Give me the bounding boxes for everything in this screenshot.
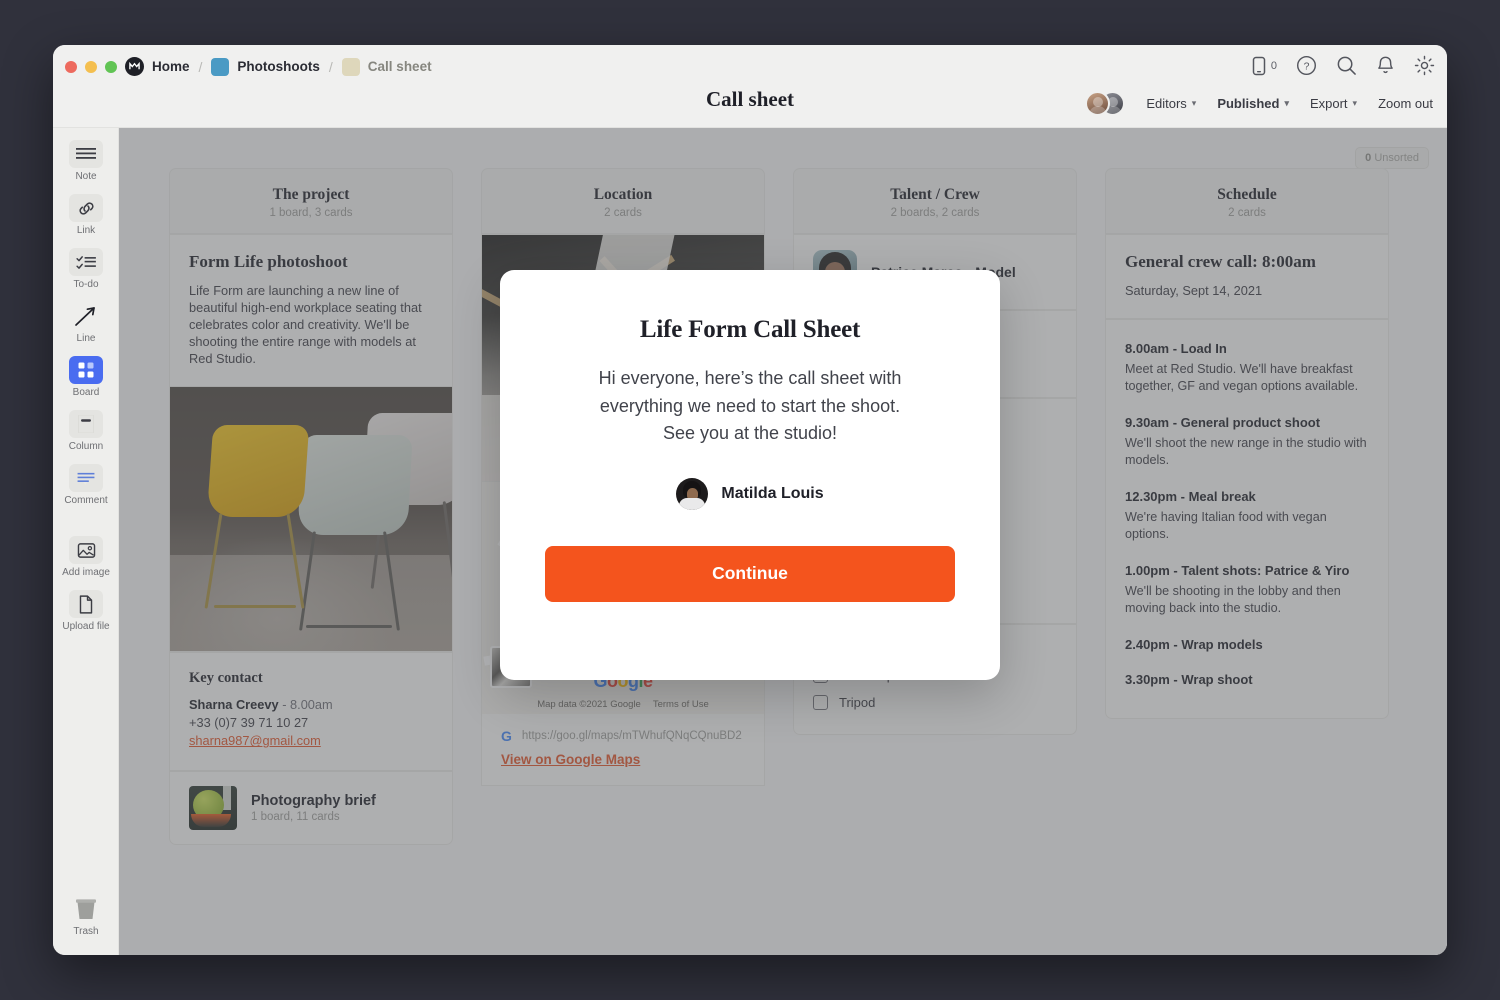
chevron-down-icon: ▾ bbox=[1353, 98, 1358, 109]
modal-author-row: Matilda Louis bbox=[545, 478, 955, 510]
trash-icon bbox=[69, 895, 103, 923]
modal-body-line-2: everything we need to start the shoot. bbox=[545, 393, 955, 421]
titlebar-actions: Editors ▾ Published ▾ Export ▾ Zoom out bbox=[1085, 91, 1433, 116]
comment-icon bbox=[69, 464, 103, 492]
avatar bbox=[1085, 91, 1110, 116]
tool-label-link: Link bbox=[77, 225, 95, 236]
tool-label-todo: To-do bbox=[73, 279, 98, 290]
tool-label-upload-file: Upload file bbox=[62, 621, 109, 632]
breadcrumb-separator-2: / bbox=[329, 59, 333, 75]
avatar bbox=[676, 478, 708, 510]
tool-label-comment: Comment bbox=[64, 495, 107, 506]
published-label: Published bbox=[1217, 96, 1279, 111]
breadcrumb-separator: / bbox=[199, 59, 203, 75]
maximize-window-button[interactable] bbox=[105, 61, 117, 73]
title-bar: Home / Photoshoots / Call sheet Call she… bbox=[53, 45, 1447, 128]
modal-title: Life Form Call Sheet bbox=[545, 316, 955, 344]
settings-gear-icon[interactable] bbox=[1414, 55, 1435, 76]
continue-button[interactable]: Continue bbox=[545, 546, 955, 602]
tool-line[interactable]: Line bbox=[53, 290, 119, 344]
tool-comment[interactable]: Comment bbox=[53, 452, 119, 506]
tool-board[interactable]: Board bbox=[53, 344, 119, 398]
breadcrumb: Home / Photoshoots / Call sheet bbox=[125, 57, 432, 76]
zoom-out-button[interactable]: Zoom out bbox=[1378, 96, 1433, 111]
tool-add-image[interactable]: Add image bbox=[53, 506, 119, 578]
titlebar-icon-row: 0 ? bbox=[1251, 55, 1435, 76]
tan-square-icon bbox=[342, 58, 360, 76]
tool-label-add-image: Add image bbox=[62, 567, 110, 578]
welcome-modal: Life Form Call Sheet Hi everyone, here’s… bbox=[500, 270, 1000, 680]
modal-author-name: Matilda Louis bbox=[721, 485, 823, 503]
tool-trash[interactable]: Trash bbox=[53, 883, 119, 937]
editors-label: Editors bbox=[1146, 96, 1186, 111]
published-menu[interactable]: Published ▾ bbox=[1217, 96, 1289, 111]
help-icon[interactable]: ? bbox=[1296, 55, 1317, 76]
breadcrumb-label-home: Home bbox=[152, 59, 190, 74]
editor-avatars[interactable] bbox=[1085, 91, 1125, 116]
notifications-icon[interactable] bbox=[1376, 55, 1395, 76]
tool-label-trash: Trash bbox=[73, 926, 98, 937]
todo-icon bbox=[69, 248, 103, 276]
upload-file-icon bbox=[69, 590, 103, 618]
blue-square-icon bbox=[211, 58, 229, 76]
minimize-window-button[interactable] bbox=[85, 61, 97, 73]
tool-label-note: Note bbox=[75, 171, 96, 182]
search-icon[interactable] bbox=[1336, 55, 1357, 76]
close-window-button[interactable] bbox=[65, 61, 77, 73]
tool-label-column: Column bbox=[69, 441, 103, 452]
svg-text:?: ? bbox=[1304, 61, 1310, 73]
modal-body: Hi everyone, here’s the call sheet with … bbox=[545, 365, 955, 448]
link-icon bbox=[69, 194, 103, 222]
modal-body-line-1: Hi everyone, here’s the call sheet with bbox=[545, 365, 955, 393]
add-image-icon bbox=[69, 536, 103, 564]
column-icon bbox=[69, 410, 103, 438]
breadcrumb-label-callsheet: Call sheet bbox=[368, 59, 432, 74]
tool-upload-file[interactable]: Upload file bbox=[53, 578, 119, 632]
breadcrumb-item-home[interactable]: Home bbox=[125, 57, 190, 76]
note-icon bbox=[69, 140, 103, 168]
breadcrumb-item-photoshoots[interactable]: Photoshoots bbox=[211, 58, 320, 76]
tool-column[interactable]: Column bbox=[53, 398, 119, 452]
breadcrumb-item-callsheet[interactable]: Call sheet bbox=[342, 58, 432, 76]
chevron-down-icon: ▾ bbox=[1192, 98, 1197, 109]
tool-todo[interactable]: To-do bbox=[53, 236, 119, 290]
mobile-count: 0 bbox=[1271, 60, 1277, 72]
mobile-icon[interactable]: 0 bbox=[1251, 56, 1277, 76]
breadcrumb-label-photoshoots: Photoshoots bbox=[237, 59, 320, 74]
traffic-lights bbox=[65, 61, 117, 73]
chevron-down-icon: ▾ bbox=[1284, 98, 1289, 109]
modal-body-line-3: See you at the studio! bbox=[545, 420, 955, 448]
milanote-logo-icon bbox=[125, 57, 144, 76]
left-toolbar: Note Link To-do Line bbox=[53, 128, 119, 955]
editors-menu[interactable]: Editors ▾ bbox=[1146, 96, 1196, 111]
line-arrow-icon bbox=[69, 302, 103, 330]
tool-link[interactable]: Link bbox=[53, 182, 119, 236]
board-icon bbox=[69, 356, 103, 384]
zoom-out-label: Zoom out bbox=[1378, 96, 1433, 111]
tool-note[interactable]: Note bbox=[53, 128, 119, 182]
tool-label-board: Board bbox=[73, 387, 100, 398]
export-menu[interactable]: Export ▾ bbox=[1310, 96, 1357, 111]
tool-label-line: Line bbox=[77, 333, 96, 344]
export-label: Export bbox=[1310, 96, 1348, 111]
